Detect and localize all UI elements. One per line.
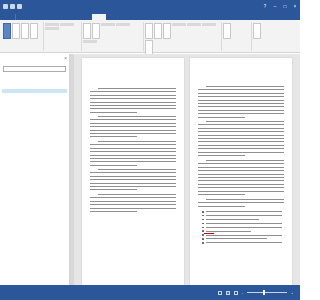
bulleted-list — [202, 211, 282, 246]
ribbon-body — [0, 20, 300, 56]
print-layout-button[interactable] — [12, 23, 20, 39]
heading-item[interactable] — [2, 109, 67, 113]
document-page[interactable] — [82, 58, 184, 285]
ribbon-group-caption — [252, 47, 294, 50]
ribbon-group-extra — [252, 22, 294, 51]
maximize-icon[interactable]: □ — [280, 0, 290, 13]
ribbon-group-caption — [222, 47, 251, 50]
zoom-in-icon[interactable]: + — [291, 291, 293, 295]
paragraph — [198, 199, 284, 209]
paragraph — [198, 160, 284, 197]
zoom-100-button[interactable] — [92, 23, 100, 39]
ribbon-group-window — [144, 22, 222, 56]
navigation-view-tabs — [3, 75, 13, 77]
paragraph — [90, 194, 176, 214]
zoom-button[interactable] — [83, 23, 91, 39]
ribbon-group-views — [2, 22, 44, 51]
page-width-button[interactable] — [83, 40, 97, 43]
help-icon[interactable]: ? — [260, 0, 270, 13]
ribbon-group-caption — [144, 47, 221, 50]
read-mode-button[interactable] — [3, 23, 11, 39]
redo-icon[interactable] — [17, 4, 22, 9]
zoom-slider-thumb[interactable] — [263, 290, 266, 295]
web-layout-button[interactable] — [21, 23, 29, 39]
status-bar: – + — [0, 285, 300, 300]
heading-item[interactable] — [2, 104, 67, 108]
ribbon-group-macros — [222, 22, 252, 51]
vertical-ruler — [70, 54, 74, 285]
gridlines-checkbox[interactable] — [60, 23, 74, 26]
title-bar: ? – □ × — [0, 0, 300, 13]
ruler-checkbox[interactable] — [45, 23, 59, 26]
heading-item[interactable] — [2, 89, 67, 93]
paragraph — [198, 121, 284, 158]
zoom-slider[interactable] — [247, 290, 288, 295]
one-page-button[interactable] — [101, 23, 115, 26]
paragraph — [90, 141, 176, 168]
document-area[interactable] — [70, 54, 300, 285]
ribbon-extra-button[interactable] — [253, 23, 261, 39]
ribbon-group-caption — [82, 47, 143, 50]
document-page[interactable] — [190, 58, 292, 285]
search-input[interactable] — [3, 66, 66, 72]
quick-access-toolbar — [0, 4, 22, 9]
reset-window-position-button[interactable] — [202, 23, 216, 26]
paragraph — [90, 116, 176, 140]
heading-item[interactable] — [2, 114, 67, 118]
paragraph — [90, 169, 176, 193]
navigation-pane: × — [0, 54, 70, 285]
synchronous-scrolling-button[interactable] — [187, 23, 201, 26]
minimize-icon[interactable]: – — [270, 0, 280, 13]
read-mode-icon[interactable] — [217, 290, 222, 295]
multiple-pages-button[interactable] — [116, 23, 130, 26]
heading-item[interactable] — [2, 99, 67, 103]
zoom-out-icon[interactable]: – — [242, 291, 244, 295]
window-controls: ? – □ × — [260, 0, 300, 13]
split-button[interactable] — [163, 23, 171, 39]
heading-item[interactable] — [2, 84, 67, 88]
view-side-by-side-button[interactable] — [172, 23, 186, 26]
ribbon-tabs — [0, 13, 300, 20]
paragraph — [198, 86, 284, 120]
heading-list — [2, 84, 67, 124]
web-layout-icon[interactable] — [233, 290, 238, 295]
close-icon[interactable]: × — [290, 0, 300, 13]
navigation-pane-checkbox[interactable] — [45, 27, 59, 30]
paragraph — [90, 88, 176, 115]
save-icon[interactable] — [3, 4, 8, 9]
word-window: ? – □ × × – + — [0, 0, 300, 300]
heading-item[interactable] — [2, 94, 67, 98]
outline-button[interactable] — [30, 23, 38, 39]
ribbon-group-caption — [2, 47, 43, 50]
ribbon-group-caption — [44, 47, 81, 50]
arrange-all-button[interactable] — [154, 23, 162, 39]
ribbon-group-show — [44, 22, 82, 51]
print-layout-icon[interactable] — [225, 290, 230, 295]
spelling-underline — [204, 233, 214, 234]
status-right: – + — [217, 290, 297, 295]
close-icon[interactable]: × — [64, 56, 67, 62]
undo-icon[interactable] — [10, 4, 15, 9]
ribbon-group-zoom — [82, 22, 144, 51]
macros-button[interactable] — [223, 23, 231, 39]
heading-item[interactable] — [2, 119, 67, 123]
new-window-button[interactable] — [145, 23, 153, 39]
